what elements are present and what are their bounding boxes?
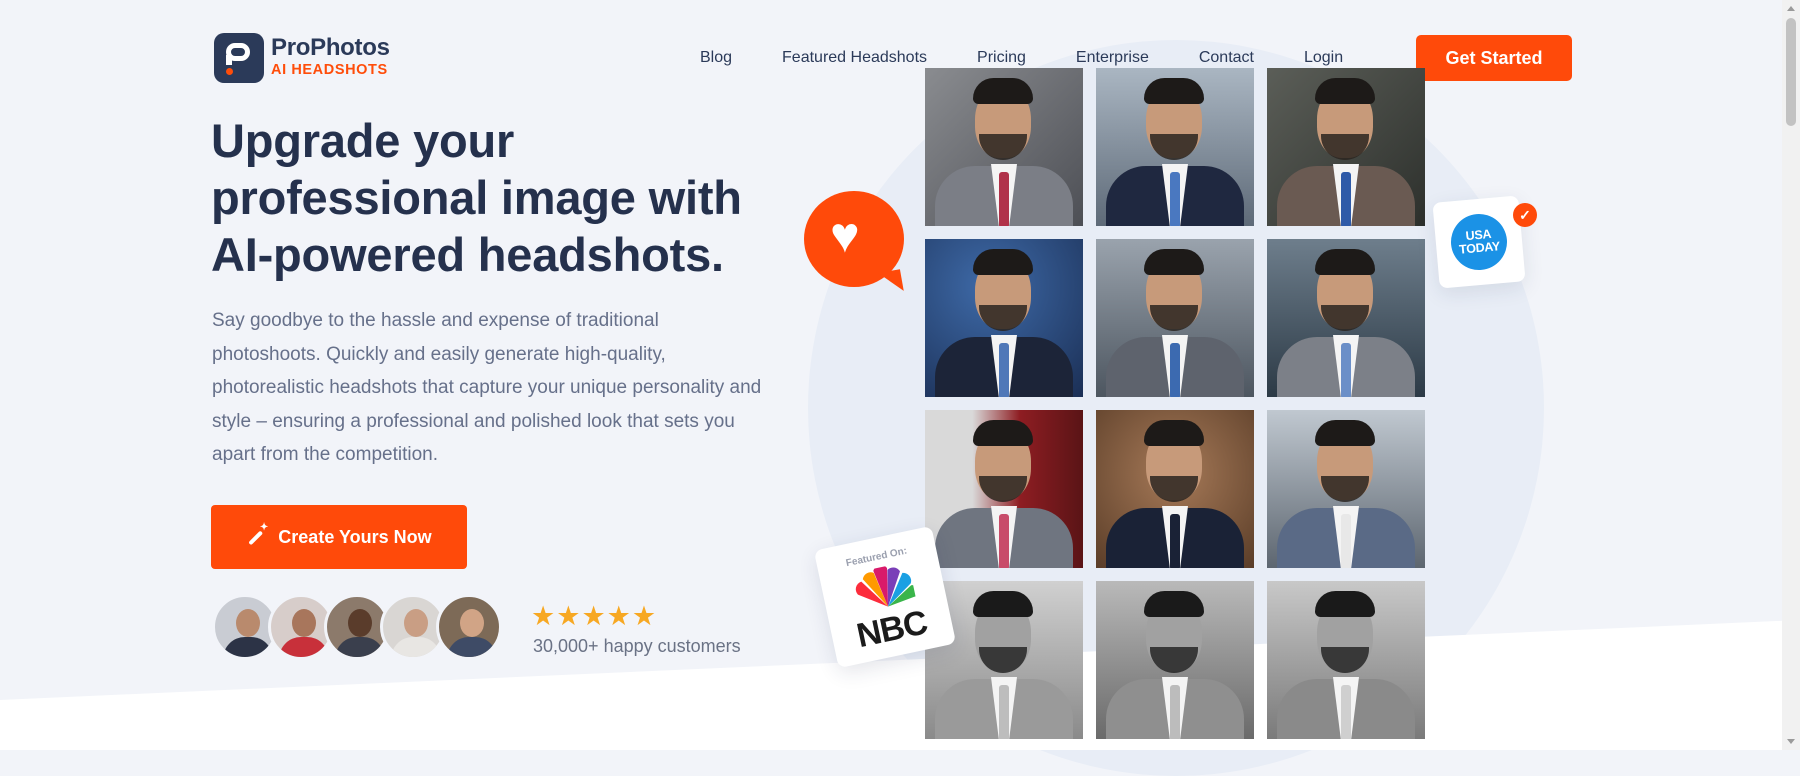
scroll-down-icon[interactable] — [1787, 739, 1795, 744]
star-icon: ★ — [556, 601, 581, 631]
headshot-photo — [1096, 239, 1254, 397]
site-logo[interactable]: ProPhotos AI HEADSHOTS — [214, 33, 390, 83]
star-icon: ★ — [606, 601, 631, 631]
headshot-photo — [925, 410, 1083, 568]
heart-icon: ♥ — [830, 207, 860, 263]
nav-link-login[interactable]: Login — [1304, 46, 1343, 70]
headshot-photo — [1267, 581, 1425, 739]
scroll-up-icon[interactable] — [1787, 6, 1795, 11]
page-scrollbar[interactable] — [1782, 0, 1800, 750]
headshot-photo — [1096, 410, 1254, 568]
hero-title-line: AI-powered headshots. — [211, 228, 724, 281]
headshot-photo — [1267, 68, 1425, 226]
headshot-photo — [925, 581, 1083, 739]
customer-avatars — [212, 594, 502, 660]
scrollbar-thumb[interactable] — [1786, 18, 1796, 126]
star-icon: ★ — [531, 601, 556, 631]
hero-title-line: professional image with — [211, 171, 742, 224]
star-icon: ★ — [631, 601, 657, 631]
headshot-photo — [1267, 410, 1425, 568]
headshot-photo — [925, 68, 1083, 226]
usa-today-logo: USA TODAY — [1448, 211, 1510, 273]
headshot-photo — [1267, 239, 1425, 397]
star-icon: ★ — [581, 601, 606, 631]
logo-mark-icon — [214, 33, 264, 83]
usa-today-badge: USA TODAY — [1432, 195, 1526, 289]
nav-link-contact[interactable]: Contact — [1199, 46, 1254, 70]
nav-link-blog[interactable]: Blog — [700, 46, 732, 70]
nav-link-pricing[interactable]: Pricing — [977, 46, 1026, 70]
create-yours-now-label: Create Yours Now — [278, 526, 432, 547]
featured-on-nbc-card: Featured On: NBC — [813, 525, 957, 669]
hero-description: Say goodbye to the hassle and expense of… — [212, 310, 762, 465]
logo-tagline: AI HEADSHOTS — [271, 62, 388, 78]
get-started-button[interactable]: Get Started — [1416, 35, 1572, 81]
headshot-photo — [1096, 68, 1254, 226]
hero-title-line: Upgrade your — [211, 114, 515, 167]
happy-customers-count: 30,000+ happy customers — [533, 636, 741, 656]
hero-title: Upgrade your professional image with AI-… — [211, 112, 771, 283]
headshot-photo — [1096, 581, 1254, 739]
magic-wand-icon — [246, 522, 268, 546]
main-navigation: Blog Featured Headshots Pricing Enterpri… — [700, 46, 1343, 70]
rating-stars: ★ ★ ★ ★ ★ — [531, 602, 657, 630]
headshot-photo — [925, 239, 1083, 397]
logo-wordmark: ProPhotos — [271, 34, 390, 61]
nav-link-featured-headshots[interactable]: Featured Headshots — [782, 46, 927, 70]
avatar — [436, 594, 502, 660]
heart-speech-bubble: ♥ — [804, 191, 904, 295]
create-yours-now-button[interactable]: Create Yours Now — [211, 505, 467, 569]
nav-link-enterprise[interactable]: Enterprise — [1076, 46, 1149, 70]
check-icon: ✓ — [1513, 203, 1537, 227]
